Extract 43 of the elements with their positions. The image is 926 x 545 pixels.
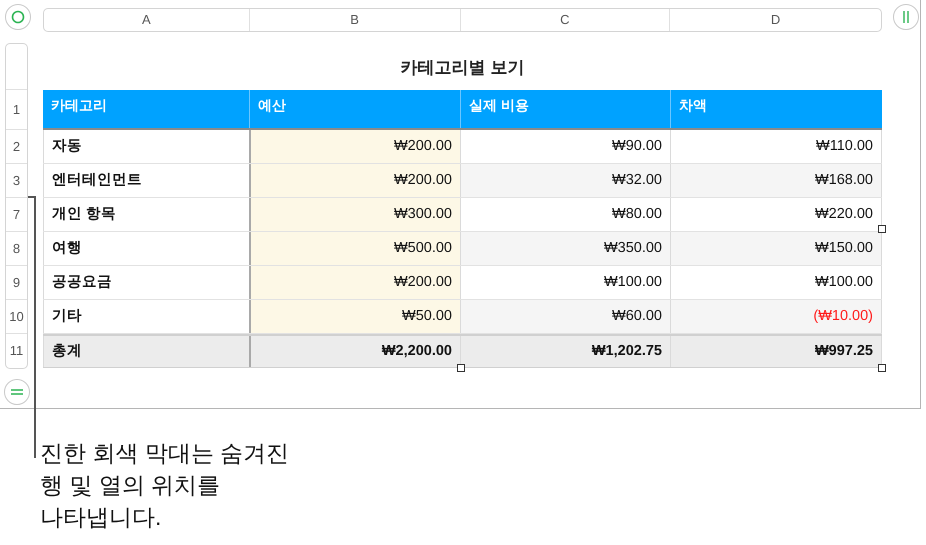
table-cell: (₩10.00): [670, 300, 882, 333]
table-cell: ₩500.00: [249, 232, 460, 265]
column-heading: 차액: [670, 90, 882, 128]
add-column-button[interactable]: [893, 4, 919, 30]
row-header[interactable]: 11: [6, 334, 27, 368]
table-button[interactable]: [5, 4, 31, 30]
selection-handle: [878, 364, 886, 372]
pause-icon: [903, 11, 909, 23]
column-header[interactable]: B: [248, 9, 460, 31]
table-cell: ₩100.00: [670, 266, 882, 299]
table-cell: ₩110.00: [670, 130, 882, 163]
add-row-button[interactable]: [4, 379, 30, 405]
row-header[interactable]: 1: [6, 90, 27, 130]
column-heading: 예산: [249, 90, 460, 128]
table-cell: ₩350.00: [460, 232, 670, 265]
table-cell: ₩60.00: [460, 300, 670, 333]
table-cell: ₩50.00: [249, 300, 460, 333]
table-cell: ₩200.00: [249, 266, 460, 299]
row-header[interactable]: 8: [6, 232, 27, 266]
table-cell: ₩32.00: [460, 164, 670, 197]
column-header[interactable]: D: [669, 9, 881, 31]
equals-icon: [11, 388, 23, 396]
selection-handle: [878, 225, 886, 233]
column-header[interactable]: A: [44, 9, 249, 31]
row-header[interactable]: 2: [6, 130, 27, 164]
row-header[interactable]: 10: [6, 300, 27, 334]
column-heading: 카테고리: [50, 96, 108, 114]
selection-handle: [457, 364, 465, 372]
row-header[interactable]: 7: [6, 198, 27, 232]
table-cell: ₩168.00: [670, 164, 882, 197]
circle-icon: [11, 10, 25, 24]
column-header[interactable]: C: [460, 9, 670, 31]
table-cell: ₩200.00: [249, 130, 460, 163]
caption: 진한 회색 막대는 숨겨진 행 및 열의 위치를 나타냅니다.: [40, 439, 290, 532]
table-cell: ₩200.00: [249, 164, 460, 197]
table-cell: ₩220.00: [670, 198, 882, 231]
column-heading: 실제 비용: [460, 90, 670, 128]
table-cell: ₩150.00: [670, 232, 882, 265]
row-header[interactable]: 9: [6, 266, 27, 300]
row-header[interactable]: 3: [6, 164, 27, 198]
table-cell: 총계: [43, 336, 249, 367]
table-cell: ₩300.00: [249, 198, 460, 231]
table-title: 카테고리별 보기: [400, 56, 526, 79]
